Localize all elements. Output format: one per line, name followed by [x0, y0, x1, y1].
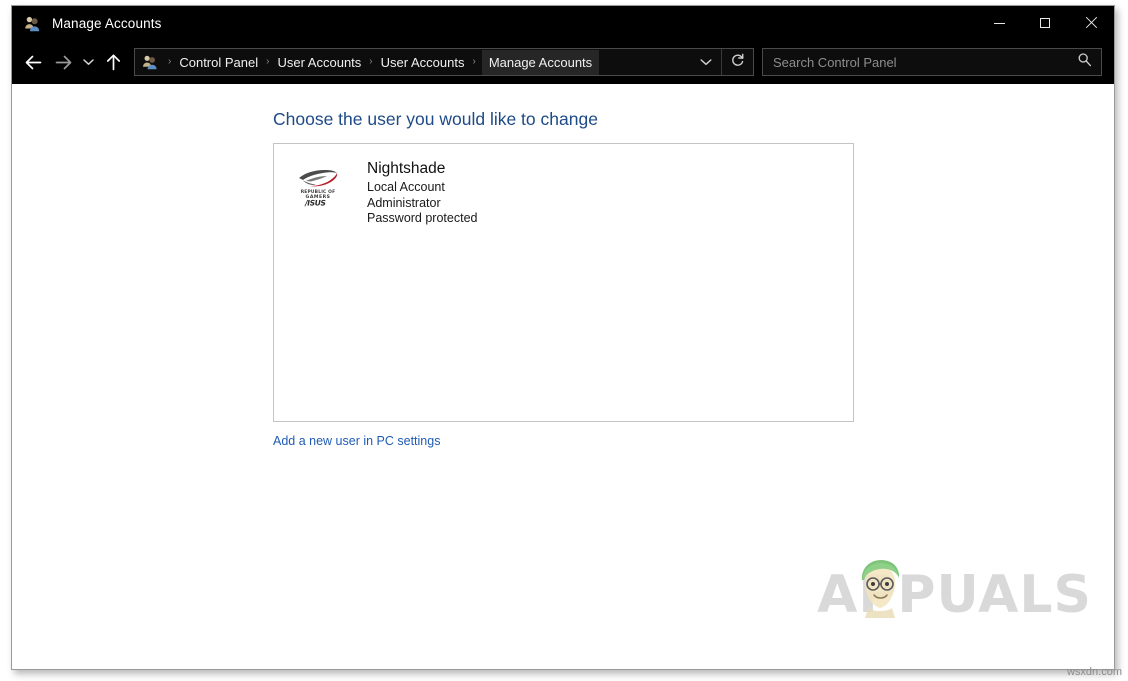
refresh-icon [731, 53, 745, 72]
window-title: Manage Accounts [52, 16, 162, 31]
search-box[interactable] [762, 48, 1102, 76]
account-info: Nightshade Local Account Administrator P… [367, 157, 477, 227]
breadcrumb-separator: › [363, 57, 378, 67]
refresh-button[interactable] [721, 49, 753, 75]
user-accounts-icon [142, 54, 158, 70]
asus-rog-logo-icon: REPUBLIC OF GAMERS /ISUS [294, 160, 342, 208]
account-name: Nightshade [367, 159, 477, 179]
user-accounts-icon [24, 15, 41, 32]
breadcrumb-separator: › [162, 57, 177, 67]
appuals-watermark: APPUALS [817, 569, 1092, 621]
window-controls [976, 6, 1114, 40]
chevron-down-icon [700, 53, 712, 71]
up-arrow-icon [106, 54, 121, 71]
search-icon [1077, 52, 1092, 72]
maximize-button[interactable] [1022, 6, 1068, 40]
screen: Manage Accounts [0, 0, 1128, 681]
minimize-icon [994, 23, 1005, 24]
breadcrumb-user-accounts-1[interactable]: User Accounts [275, 51, 363, 74]
back-button[interactable] [18, 47, 48, 77]
watermark-text: APPUALS [817, 569, 1092, 621]
address-bar[interactable]: › Control Panel › User Accounts › User A… [134, 48, 754, 76]
account-type: Local Account [367, 180, 477, 196]
search-input[interactable] [763, 55, 1067, 70]
title-bar: Manage Accounts [12, 6, 1114, 40]
svg-text:/ISUS: /ISUS [304, 199, 326, 208]
navigation-bar: › Control Panel › User Accounts › User A… [12, 40, 1114, 84]
minimize-button[interactable] [976, 6, 1022, 40]
add-new-user-link[interactable]: Add a new user in PC settings [273, 434, 440, 448]
content-area: Choose the user you would like to change [12, 84, 1114, 669]
close-icon [1085, 17, 1097, 29]
breadcrumb-control-panel[interactable]: Control Panel [177, 51, 260, 74]
maximize-icon [1040, 18, 1050, 28]
forward-arrow-icon [55, 55, 72, 70]
account-list-item[interactable]: REPUBLIC OF GAMERS /ISUS Nightshade Loca… [274, 144, 853, 227]
forward-button[interactable] [48, 47, 78, 77]
breadcrumb-separator: › [466, 57, 481, 67]
close-button[interactable] [1068, 6, 1114, 40]
svg-text:REPUBLIC OF: REPUBLIC OF [301, 189, 336, 195]
control-panel-window: Manage Accounts [11, 5, 1115, 670]
appuals-mascot-icon [853, 556, 907, 618]
back-arrow-icon [25, 55, 42, 70]
breadcrumb-manage-accounts[interactable]: Manage Accounts [482, 50, 599, 75]
page-title: Choose the user you would like to change [273, 109, 598, 130]
site-credit: wsxdn.com [1067, 666, 1122, 678]
breadcrumb-separator: › [260, 57, 275, 67]
breadcrumb-user-accounts-2[interactable]: User Accounts [379, 51, 467, 74]
recent-locations-button[interactable] [78, 47, 98, 77]
accounts-list-panel: REPUBLIC OF GAMERS /ISUS Nightshade Loca… [273, 143, 854, 422]
up-button[interactable] [98, 47, 128, 77]
account-role: Administrator [367, 196, 477, 212]
account-password-status: Password protected [367, 211, 477, 227]
address-dropdown-button[interactable] [691, 49, 721, 75]
search-button[interactable] [1067, 49, 1101, 75]
chevron-down-icon [83, 58, 94, 66]
